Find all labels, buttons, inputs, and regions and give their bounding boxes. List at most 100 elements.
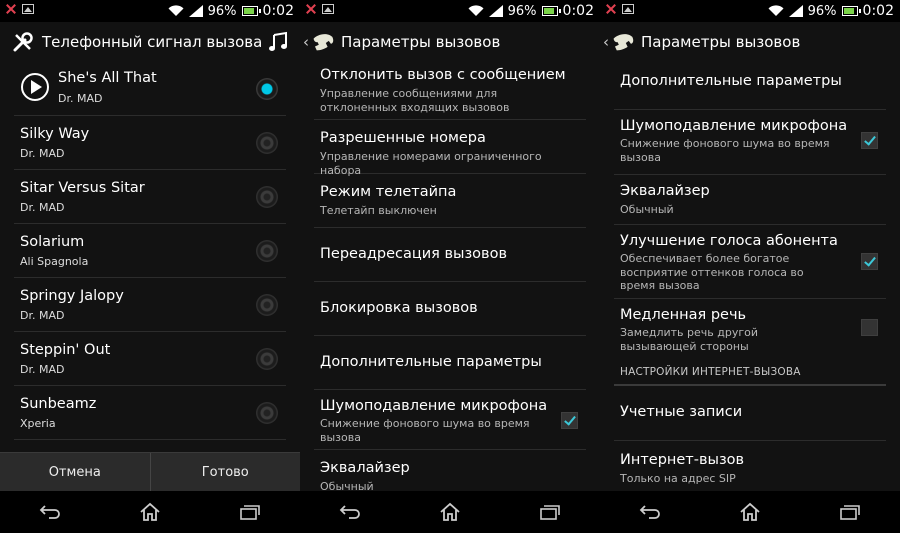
ringtone-item[interactable]: Springy Jalopy Dr. MAD bbox=[14, 278, 286, 332]
section-header: НАСТРОЙКИ ИНТЕРНЕТ-ВЫЗОВА bbox=[614, 361, 886, 386]
action-bar[interactable]: ‹ Параметры вызовов bbox=[300, 22, 600, 62]
ringtone-item[interactable]: Silky Way Dr. MAD bbox=[14, 116, 286, 170]
ringtone-radio[interactable] bbox=[256, 294, 278, 316]
ringtone-artist: Ali Spagnola bbox=[20, 255, 89, 268]
ringtone-radio[interactable] bbox=[256, 402, 278, 424]
ringtone-item[interactable]: Sunbeamz Xperia bbox=[14, 386, 286, 440]
done-button[interactable]: Готово bbox=[151, 453, 301, 492]
status-bar: 96% 0:02 bbox=[0, 0, 300, 22]
status-bar: 96% 0:02 bbox=[600, 0, 900, 22]
back-arrow-icon bbox=[39, 505, 60, 519]
ringtone-item[interactable]: Sitar Versus Sitar Dr. MAD bbox=[14, 170, 286, 224]
battery-icon bbox=[841, 6, 861, 16]
page-title: Параметры вызовов bbox=[641, 33, 801, 51]
call-settings-screen-scrolled: 96% 0:02 ‹ Параметры вызовов Дополнитель… bbox=[600, 0, 900, 533]
home-icon bbox=[740, 502, 760, 521]
slow-speech-checkbox[interactable] bbox=[861, 319, 878, 336]
missed-call-icon bbox=[606, 4, 616, 14]
item-title: Улучшение голоса абонента bbox=[620, 233, 838, 249]
list-item[interactable]: Дополнительные параметры bbox=[614, 62, 886, 110]
item-summary: Управление номерами ограниченного набора bbox=[320, 150, 542, 177]
item-title: Отклонить вызов с сообщением bbox=[320, 67, 566, 83]
cancel-button[interactable]: Отмена bbox=[0, 453, 151, 492]
navigation-bar bbox=[300, 491, 600, 533]
settings-list: Отклонить вызов с сообщением Управление … bbox=[300, 62, 600, 500]
home-button[interactable] bbox=[430, 497, 470, 527]
back-button[interactable] bbox=[30, 497, 70, 527]
list-item[interactable]: Интернет-вызов Только на адрес SIP bbox=[614, 441, 886, 493]
list-item[interactable]: Режим телетайпа Телетайп выключен bbox=[314, 174, 586, 228]
list-item[interactable]: Отклонить вызов с сообщением Управление … bbox=[314, 62, 586, 120]
ringtone-radio[interactable] bbox=[256, 78, 278, 100]
ringtone-screen: 96% 0:02 Телефонный сигнал вызова She's … bbox=[0, 0, 300, 533]
ringtone-radio[interactable] bbox=[256, 348, 278, 370]
ringtone-item[interactable]: Solarium Ali Spagnola bbox=[14, 224, 286, 278]
ringtone-radio[interactable] bbox=[256, 240, 278, 262]
ringtone-name: Sunbeamz bbox=[20, 396, 97, 412]
recent-apps-button[interactable] bbox=[830, 497, 870, 527]
item-title: Разрешенные номера bbox=[320, 130, 486, 146]
voice-enhancement-checkbox[interactable] bbox=[861, 253, 878, 270]
recent-apps-icon bbox=[240, 505, 260, 520]
play-icon[interactable] bbox=[20, 72, 50, 102]
item-title: Шумоподавление микрофона bbox=[620, 118, 848, 134]
list-item[interactable]: Улучшение голоса абонента Обеспечивает б… bbox=[614, 225, 886, 299]
ringtone-name: Silky Way bbox=[20, 126, 90, 142]
home-icon bbox=[440, 502, 460, 521]
item-title: Блокировка вызовов bbox=[320, 300, 478, 316]
battery-percent: 96% bbox=[507, 3, 537, 19]
up-chevron-icon[interactable]: ‹ bbox=[603, 33, 609, 51]
ringtone-name: She's All That bbox=[58, 70, 157, 86]
item-summary: Телетайп выключен bbox=[320, 204, 437, 217]
list-item[interactable]: Блокировка вызовов bbox=[314, 282, 586, 336]
ringtone-item[interactable]: Steppin' Out Dr. MAD bbox=[14, 332, 286, 386]
list-item[interactable]: Учетные записи bbox=[614, 386, 886, 441]
wrench-screwdriver-icon bbox=[13, 32, 33, 52]
list-item[interactable]: Шумоподавление микрофона Снижение фоново… bbox=[314, 390, 586, 450]
home-button[interactable] bbox=[130, 497, 170, 527]
item-title: Учетные записи bbox=[620, 404, 743, 420]
page-title: Телефонный сигнал вызова bbox=[42, 33, 263, 51]
battery-percent: 96% bbox=[807, 3, 837, 19]
ringtone-radio[interactable] bbox=[256, 132, 278, 154]
ringtone-name: Steppin' Out bbox=[20, 342, 111, 358]
list-item[interactable]: Эквалайзер Обычный bbox=[614, 175, 886, 225]
item-title: Эквалайзер bbox=[320, 460, 410, 476]
item-summary: Снижение фонового шума во время вызова bbox=[620, 137, 830, 164]
list-item[interactable]: Дополнительные параметры bbox=[314, 336, 586, 390]
recent-apps-button[interactable] bbox=[530, 497, 570, 527]
recent-apps-icon bbox=[540, 505, 560, 520]
signal-icon bbox=[188, 5, 203, 17]
clock: 0:02 bbox=[862, 3, 894, 19]
missed-call-icon bbox=[306, 4, 316, 14]
item-summary: Только на адрес SIP bbox=[620, 472, 736, 485]
back-button[interactable] bbox=[330, 497, 370, 527]
phone-handset-icon bbox=[313, 34, 334, 51]
list-item[interactable]: Медленная речь Замедлить речь другой выз… bbox=[614, 299, 886, 361]
navigation-bar bbox=[0, 491, 300, 533]
ringtone-item[interactable]: She's All That Dr. MAD bbox=[14, 62, 286, 116]
noise-suppression-checkbox[interactable] bbox=[861, 132, 878, 149]
battery-icon bbox=[541, 6, 561, 16]
back-button[interactable] bbox=[630, 497, 670, 527]
ringtone-artist: Dr. MAD bbox=[20, 201, 65, 214]
home-button[interactable] bbox=[730, 497, 770, 527]
back-arrow-icon bbox=[339, 505, 360, 519]
list-item[interactable]: Разрешенные номера Управление номерами о… bbox=[314, 120, 586, 177]
ringtone-artist: Dr. MAD bbox=[58, 92, 103, 105]
missed-call-icon bbox=[6, 4, 16, 14]
noise-suppression-checkbox[interactable] bbox=[561, 412, 578, 429]
recent-apps-button[interactable] bbox=[230, 497, 270, 527]
signal-icon bbox=[788, 5, 803, 17]
wifi-icon bbox=[168, 5, 184, 17]
ringtone-radio[interactable] bbox=[256, 186, 278, 208]
music-note-icon[interactable] bbox=[268, 31, 288, 53]
list-item[interactable]: Переадресация вызовов bbox=[314, 228, 586, 282]
list-item[interactable]: Шумоподавление микрофона Снижение фоново… bbox=[614, 110, 886, 175]
action-bar[interactable]: ‹ Параметры вызовов bbox=[600, 22, 900, 62]
item-title: Эквалайзер bbox=[620, 183, 710, 199]
item-title: Медленная речь bbox=[620, 307, 747, 323]
up-chevron-icon[interactable]: ‹ bbox=[303, 33, 309, 51]
ringtone-list: She's All That Dr. MAD Silky Way Dr. MAD… bbox=[0, 62, 300, 440]
image-notification-icon bbox=[322, 4, 334, 14]
